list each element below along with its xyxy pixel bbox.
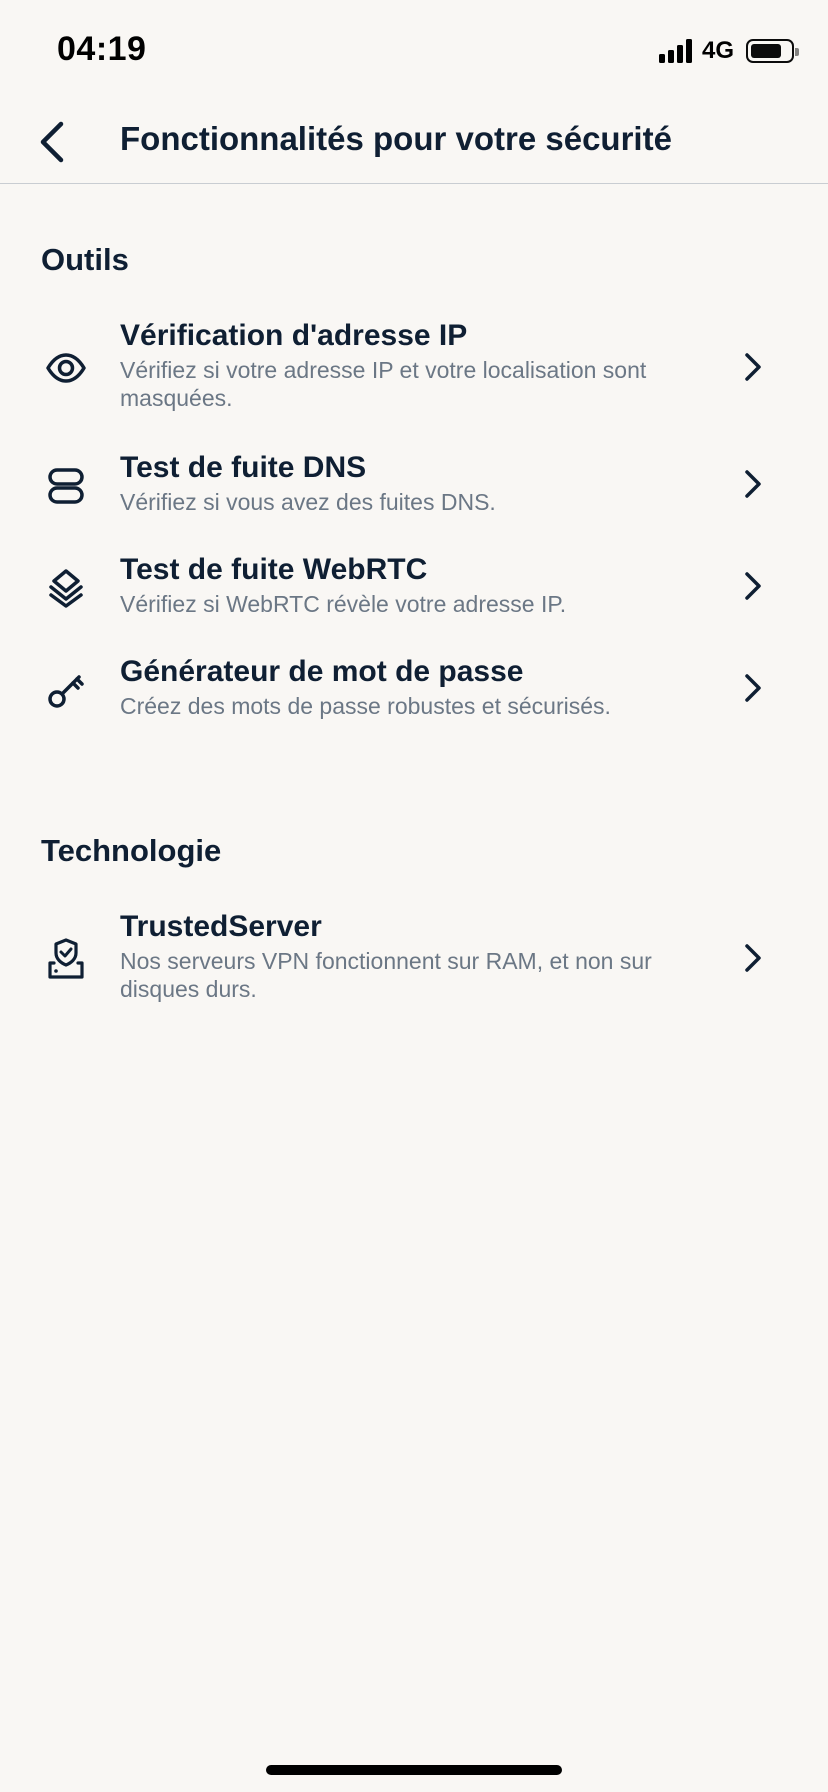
back-button[interactable] bbox=[22, 114, 82, 170]
chevron-right-icon bbox=[738, 566, 768, 606]
list-item-webrtc-leak[interactable]: Test de fuite WebRTC Vérifiez si WebRTC … bbox=[0, 548, 828, 628]
item-subtitle: Vérifiez si votre adresse IP et votre lo… bbox=[120, 357, 647, 411]
eye-icon bbox=[40, 342, 92, 394]
item-title: Test de fuite WebRTC bbox=[120, 553, 428, 586]
item-title: TrustedServer bbox=[120, 910, 322, 943]
battery-icon bbox=[746, 39, 799, 63]
item-subtitle: Créez des mots de passe robustes et sécu… bbox=[120, 693, 611, 719]
item-subtitle: Vérifiez si vous avez des fuites DNS. bbox=[120, 489, 496, 515]
status-indicators: 4G bbox=[658, 36, 799, 66]
chevron-right-icon bbox=[738, 668, 768, 708]
item-subtitle: Vérifiez si WebRTC révèle votre adresse … bbox=[120, 591, 567, 617]
list-item-ip-check[interactable]: Vérification d'adresse IP Vérifiez si vo… bbox=[0, 312, 828, 422]
item-title: Vérification d'adresse IP bbox=[120, 319, 468, 352]
section-title-outils: Outils bbox=[41, 242, 129, 277]
item-title: Générateur de mot de passe bbox=[120, 655, 524, 688]
nav-bar: Fonctionnalités pour votre sécurité bbox=[0, 100, 828, 184]
key-icon bbox=[40, 664, 92, 716]
home-indicator[interactable] bbox=[266, 1765, 562, 1775]
shield-server-icon bbox=[40, 933, 92, 985]
status-time: 04:19 bbox=[57, 30, 147, 68]
chevron-left-icon bbox=[40, 121, 64, 163]
server-icon bbox=[40, 460, 92, 512]
status-bar: 04:19 4G bbox=[0, 0, 828, 100]
page-title: Fonctionnalités pour votre sécurité bbox=[120, 120, 672, 157]
battery-fill bbox=[751, 44, 781, 58]
item-subtitle: Nos serveurs VPN fonctionnent sur RAM, e… bbox=[120, 948, 652, 1002]
chevron-right-icon bbox=[738, 464, 768, 504]
chevron-right-icon bbox=[738, 938, 768, 978]
network-label: 4G bbox=[701, 37, 734, 64]
list-item-trustedserver[interactable]: TrustedServer Nos serveurs VPN fonctionn… bbox=[0, 903, 828, 1013]
layers-icon bbox=[40, 562, 92, 614]
signal-icon bbox=[658, 39, 692, 63]
chevron-right-icon bbox=[738, 347, 768, 387]
list-item-password-generator[interactable]: Générateur de mot de passe Créez des mot… bbox=[0, 650, 828, 730]
item-title: Test de fuite DNS bbox=[120, 451, 367, 484]
list-item-dns-leak[interactable]: Test de fuite DNS Vérifiez si vous avez … bbox=[0, 446, 828, 526]
section-title-technologie: Technologie bbox=[41, 833, 222, 868]
